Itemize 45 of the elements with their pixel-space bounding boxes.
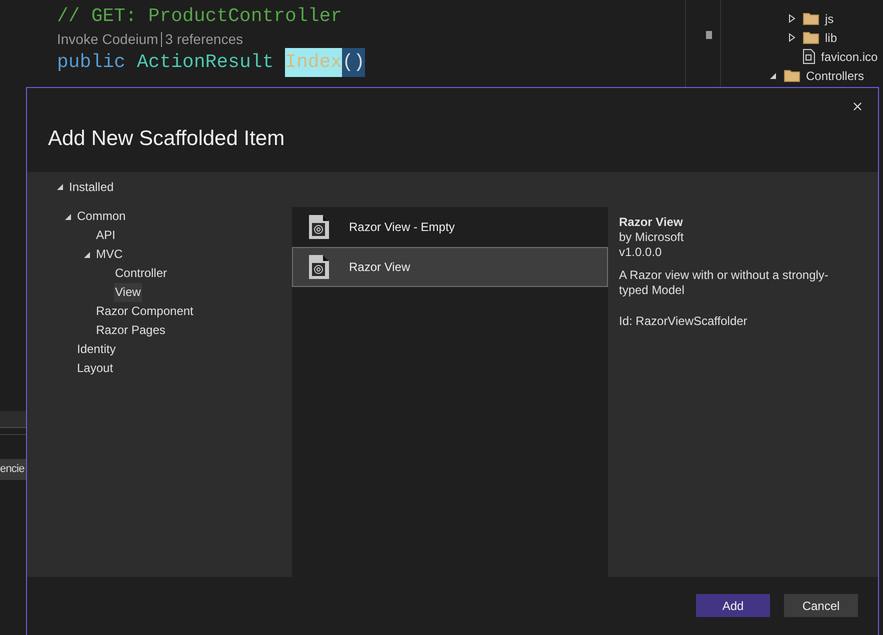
close-icon[interactable] [851,100,864,113]
document-icon [308,214,330,240]
code-token: ActionResult [136,50,274,76]
explorer-item[interactable]: favicon.ico [821,48,878,66]
template-item[interactable]: Razor View - Empty [292,207,608,247]
file-icon [803,49,815,64]
tree-item[interactable]: Common [76,207,127,226]
expanded-triangle-icon[interactable] [56,183,64,191]
tree-item[interactable]: Razor Component [95,302,194,321]
expanded-triangle-icon[interactable] [64,212,72,220]
expanded-triangle-icon[interactable] [83,250,91,258]
template-item[interactable]: Razor View [292,247,608,287]
explorer-item[interactable]: js [825,10,834,28]
code-token: public [57,50,126,76]
collapsed-triangle-icon[interactable] [788,14,796,23]
collapsed-triangle-icon[interactable] [788,33,796,42]
explorer-item[interactable]: lib [825,28,838,46]
folder-icon [803,32,819,44]
template-author: by Microsoft [619,230,685,245]
tree-item[interactable]: Layout [76,359,114,378]
template-version: v1.0.0.0 [619,245,663,260]
scrollbar-thumb[interactable] [706,31,712,39]
add-button[interactable]: Add [696,594,770,617]
tree-item[interactable]: Installed [69,178,114,196]
expanded-triangle-icon[interactable] [769,72,777,80]
template-id: Id: RazorViewScaffolder [619,314,748,329]
document-icon [308,254,330,280]
codelens-link[interactable]: Invoke Codeium [57,29,158,50]
code-token: () [342,48,365,77]
tree-item[interactable]: MVC [95,245,124,264]
template-name: Razor View [619,215,684,230]
codelens-link[interactable]: 3 references [165,29,243,50]
cancel-button[interactable]: Cancel [784,594,858,617]
tree-item[interactable]: API [95,226,116,245]
explorer-item[interactable]: Controllers [806,66,864,84]
code-token: // GET: ProductController [57,4,342,30]
tree-item[interactable]: Razor Pages [95,321,166,340]
template-description: A Razor view with or without a strongly-typed Model [619,268,830,298]
tree-item[interactable]: Controller [114,264,168,283]
tree-item[interactable]: Identity [76,340,117,359]
folder-icon [784,70,800,82]
code-token: Index [285,48,342,77]
tree-item[interactable]: View [114,283,142,302]
dialog-title: Add New Scaffolded Item [48,126,285,152]
folder-icon [803,12,819,24]
